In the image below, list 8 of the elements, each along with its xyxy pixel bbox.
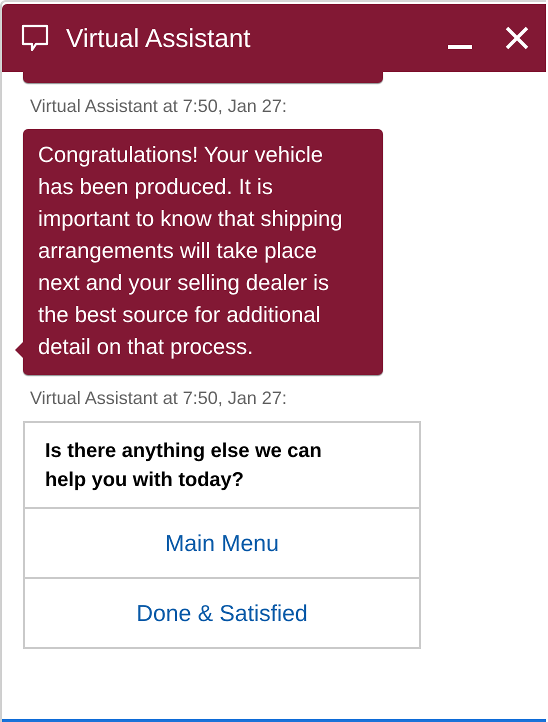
message-timestamp: Virtual Assistant at 7:50, Jan 27:: [30, 388, 287, 409]
minimize-icon: [448, 45, 472, 49]
speech-bubble-icon: [20, 23, 50, 53]
bubble-tail: [15, 342, 23, 358]
close-icon: [504, 25, 530, 51]
close-button[interactable]: [504, 25, 530, 51]
window-title: Virtual Assistant: [66, 22, 252, 54]
message-timestamp: Virtual Assistant at 7:50, Jan 27:: [30, 96, 287, 117]
